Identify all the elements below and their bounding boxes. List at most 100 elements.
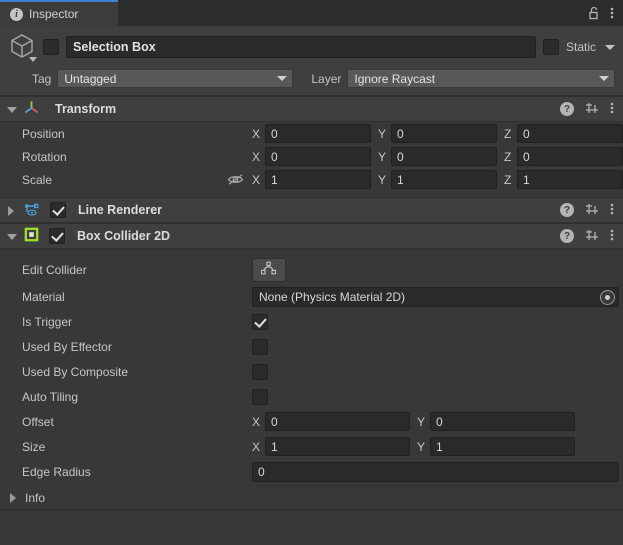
scale-x-value: 1 <box>271 172 278 187</box>
box-collider-2d-body: Edit Collider Material None (Physics Mat… <box>0 249 623 509</box>
size-x-input[interactable]: 1 <box>265 437 410 456</box>
material-label: Material <box>22 290 65 304</box>
foldout-transform-icon[interactable] <box>6 104 17 115</box>
scale-z-axis-label: Z <box>504 172 512 187</box>
static-label: Static <box>565 40 596 54</box>
position-x-input[interactable]: 0 <box>265 124 371 143</box>
tab-bar-spacer <box>118 0 588 26</box>
preset-settings-icon[interactable] <box>585 228 599 245</box>
edge-radius-label: Edge Radius <box>22 465 91 479</box>
edit-collider-row: Edit Collider <box>0 254 623 285</box>
is-trigger-label: Is Trigger <box>22 314 73 329</box>
cube-gameobject-icon[interactable] <box>8 32 37 62</box>
kebab-menu-icon[interactable] <box>610 6 614 20</box>
static-checkbox[interactable] <box>542 39 559 55</box>
material-row: Material None (Physics Material 2D) <box>0 285 623 309</box>
position-z-input[interactable]: 0 <box>517 124 623 143</box>
kebab-menu-icon[interactable] <box>610 202 614 219</box>
help-icon[interactable]: ? <box>560 229 574 243</box>
line-renderer-enabled-checkbox[interactable] <box>50 202 66 218</box>
gameobject-name-input[interactable]: Selection Box <box>66 36 536 58</box>
padlock-unlocked-icon[interactable] <box>588 6 600 20</box>
size-row: Size X 1 Y 1 <box>0 434 623 459</box>
scale-z-input[interactable]: 1 <box>517 170 623 189</box>
scale-y-value: 1 <box>397 172 404 187</box>
chevron-down-icon <box>29 57 37 62</box>
rotation-z-input[interactable]: 0 <box>517 147 623 166</box>
size-y-input[interactable]: 1 <box>430 437 575 456</box>
tag-dropdown[interactable]: Untagged <box>57 69 294 88</box>
box-collider-2d-enabled-checkbox[interactable] <box>49 228 65 244</box>
position-z-value: 0 <box>523 126 530 141</box>
material-object-field[interactable]: None (Physics Material 2D) <box>252 287 619 307</box>
rotation-x-input[interactable]: 0 <box>265 147 371 166</box>
edit-collider-label: Edit Collider <box>22 262 87 277</box>
transform-position-row: Position X 0 Y 0 Z 0 <box>0 122 623 145</box>
offset-y-value: 0 <box>436 414 443 429</box>
rotation-y-axis-label: Y <box>378 149 387 164</box>
position-y-input[interactable]: 0 <box>391 124 497 143</box>
info-foldout-row[interactable]: Info <box>0 485 623 509</box>
box-collider-2d-icon <box>24 227 39 245</box>
material-value: None (Physics Material 2D) <box>259 290 406 304</box>
transform-scale-row: Scale X 1 Y 1 Z 1 <box>0 168 623 191</box>
component-title-line-renderer: Line Renderer <box>78 203 163 217</box>
gameobject-name-value: Selection Box <box>73 40 156 54</box>
position-label: Position <box>22 126 65 141</box>
preset-settings-icon[interactable] <box>585 202 599 219</box>
used-by-effector-label: Used By Effector <box>22 339 112 354</box>
used-by-effector-checkbox[interactable] <box>252 338 268 355</box>
component-header-line-renderer[interactable]: Line Renderer ? <box>0 197 623 223</box>
edge-radius-input[interactable]: 0 <box>252 462 619 482</box>
transform-body: Position X 0 Y 0 Z 0 Rotation X 0 Y 0 Z … <box>0 122 623 197</box>
used-by-composite-label: Used By Composite <box>22 364 129 379</box>
transform-rotation-row: Rotation X 0 Y 0 Z 0 <box>0 145 623 168</box>
rotation-y-input[interactable]: 0 <box>391 147 497 166</box>
offset-label: Offset <box>22 414 54 429</box>
gameobject-active-checkbox[interactable] <box>43 39 59 55</box>
polygon-edit-icon <box>260 260 278 279</box>
chevron-down-icon <box>277 76 288 81</box>
used-by-composite-row: Used By Composite <box>0 359 623 384</box>
rotation-y-value: 0 <box>397 149 404 164</box>
position-x-axis-label: X <box>252 126 261 141</box>
offset-x-input[interactable]: 0 <box>265 412 410 431</box>
is-trigger-checkbox[interactable] <box>252 313 268 330</box>
foldout-line-renderer-icon[interactable] <box>6 205 17 216</box>
edge-radius-value: 0 <box>258 465 265 479</box>
foldout-info-icon[interactable] <box>8 492 19 503</box>
preset-settings-icon[interactable] <box>585 101 599 118</box>
position-z-axis-label: Z <box>504 126 512 141</box>
inspector-tab-bar: i Inspector <box>0 0 623 26</box>
layer-value: Ignore Raycast <box>354 71 436 86</box>
help-icon[interactable]: ? <box>560 203 574 217</box>
kebab-menu-icon[interactable] <box>610 228 614 245</box>
used-by-composite-checkbox[interactable] <box>252 363 268 380</box>
tag-layer-row: Tag Untagged Layer Ignore Raycast <box>8 69 615 88</box>
size-y-value: 1 <box>436 439 443 454</box>
size-label: Size <box>22 439 46 454</box>
scale-label: Scale <box>22 172 53 187</box>
offset-y-input[interactable]: 0 <box>430 412 575 431</box>
edge-radius-row: Edge Radius 0 <box>0 459 623 485</box>
component-header-box-collider-2d[interactable]: Box Collider 2D ? <box>0 223 623 249</box>
scale-y-input[interactable]: 1 <box>391 170 497 189</box>
foldout-box-collider-2d-icon[interactable] <box>6 231 17 242</box>
component-title-box-collider-2d: Box Collider 2D <box>77 229 171 243</box>
tab-inspector[interactable]: i Inspector <box>0 0 118 26</box>
constrained-proportions-off-icon[interactable] <box>227 173 252 186</box>
static-dropdown-chevron-icon[interactable] <box>605 44 615 50</box>
help-icon[interactable]: ? <box>560 102 574 116</box>
tag-label: Tag <box>32 71 52 86</box>
position-y-axis-label: Y <box>378 126 387 141</box>
layer-dropdown[interactable]: Ignore Raycast <box>347 69 615 88</box>
component-header-transform[interactable]: Transform ? <box>0 96 623 122</box>
rotation-label: Rotation <box>22 149 67 164</box>
edit-collider-button[interactable] <box>252 257 286 282</box>
tab-inspector-label: Inspector <box>29 7 79 21</box>
scale-x-input[interactable]: 1 <box>265 170 371 189</box>
auto-tiling-checkbox[interactable] <box>252 388 268 405</box>
kebab-menu-icon[interactable] <box>610 101 614 118</box>
position-x-value: 0 <box>271 126 278 141</box>
object-picker-icon[interactable] <box>600 289 615 305</box>
